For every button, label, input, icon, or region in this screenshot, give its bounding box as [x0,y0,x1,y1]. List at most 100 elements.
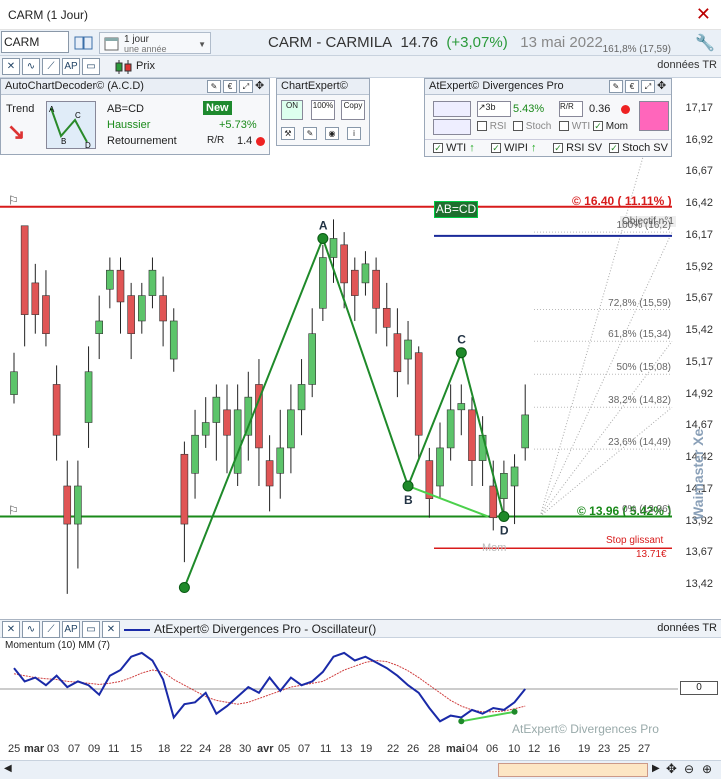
div-rr-value: 0.36 [589,103,611,115]
div-bullish-icon[interactable]: ↗3b [477,101,511,117]
ap-icon[interactable]: AP [62,58,80,75]
opt-rsi[interactable]: RSI [477,121,506,132]
check-wipi[interactable]: ✓ WIPI ↑ [491,142,536,154]
acd-direction: Haussier [107,119,151,131]
date-tick: 19 [578,743,591,755]
indicator-icon[interactable]: ∿ [22,58,40,75]
date-tick: 23 [598,743,611,755]
instrument-title: CARM - CARMILA 14.76 (+3,07%) 13 mai 202… [268,34,603,51]
acd-pattern-name: AB=CD [107,103,144,115]
zoom-in-icon[interactable]: ⊕ [702,762,712,776]
candle-body [319,257,327,309]
candle-body [127,295,135,334]
price-tick: 14,92 [685,387,713,400]
oscillator-toolbar: ✕ ∿ ⟋ AP ▭ ✕ AtExpert© Divergences Pro -… [0,619,721,638]
div-move-icon[interactable]: ✥ [657,79,666,92]
div-tool-icon[interactable]: ✎ [609,80,623,93]
osc-indicator-icon[interactable]: ∿ [22,621,40,638]
date-tick: 24 [199,743,212,755]
svg-text:C: C [75,111,81,120]
candle-body [63,485,72,525]
check-stoch-sv[interactable]: ✓ Stoch SV [609,142,668,154]
candle-icon[interactable] [114,59,134,75]
candle-body [223,409,231,436]
osc-point [458,718,465,725]
date-tick: 27 [638,743,651,755]
div-euro-icon[interactable]: € [625,80,639,93]
acd-tool-icon[interactable]: ✎ [207,80,221,93]
acd-percent: +5.73% [219,119,257,131]
copy-button[interactable]: Copy [341,100,365,120]
symbol-input[interactable]: CARM [1,31,69,53]
on-toggle-button[interactable]: ON [281,100,303,120]
opt-stoch[interactable]: Stoch [513,121,551,132]
candle-body [521,414,530,449]
opt-mom[interactable]: ✓ Mom [593,121,628,132]
chartexpert-panel: ChartExpert© ON 100% Copy ⚒ ✎ ◉ i [276,78,370,146]
candle-body [446,409,455,449]
candle-body [191,434,199,474]
settings-wrench-icon[interactable]: 🔧 [695,33,715,53]
div-expand-icon[interactable]: ⤢ [641,80,655,93]
last-price: 14.76 [400,34,439,51]
div-osc-button[interactable] [433,119,471,135]
scroll-left-icon[interactable]: ◀ [4,763,12,774]
new-badge: New [203,101,232,115]
fib-label: 23,6% (14,49) [608,437,671,449]
osc-window-icon[interactable]: ▭ [82,621,100,638]
candle-body [361,263,370,284]
tools-icon[interactable]: ✕ [2,58,20,75]
osc-close-icon[interactable]: ✕ [102,621,120,638]
pct-button[interactable]: 100% [311,100,335,120]
scroll-right-icon[interactable]: ▶ [652,763,660,774]
div-status-dot-icon [621,105,630,114]
divergences-header: AtExpert© Divergences Pro ✎ € ⤢ ✥ [425,79,671,95]
pattern-point [455,347,467,359]
acd-expand-icon[interactable]: ⤢ [239,80,253,93]
fib-label: 161,8% (17,59) [602,43,671,55]
expert-tool-icon-1[interactable]: ⚒ [281,127,295,140]
check-rsi-sv[interactable]: ✓ RSI SV [553,142,602,154]
date-tick: 28 [428,743,441,755]
pan-icon[interactable]: ✥ [666,761,677,777]
osc-tools-icon[interactable]: ✕ [2,621,20,638]
candle-body [10,371,18,395]
move-icon[interactable]: ✥ [255,79,264,92]
line-tool-icon[interactable]: ⟋ [42,58,60,75]
date-tick: 19 [360,743,373,755]
opt-wti[interactable]: WTI [559,121,590,132]
pencil-icon[interactable] [639,101,669,131]
price-change: (+3,07%) [446,34,508,51]
osc-ap-icon[interactable]: AP [62,621,80,638]
period-select[interactable]: 1 jour une année ▼ [99,32,211,54]
date-tick: 22 [387,743,400,755]
scroll-thumb[interactable] [498,763,648,777]
candle-body [489,485,498,519]
candle-body [106,269,114,290]
candle-body [457,403,466,411]
date-tick: 13 [340,743,353,755]
candle-body [74,485,82,525]
osc-line-icon[interactable]: ⟋ [42,621,60,638]
close-icon[interactable]: ✕ [696,4,711,25]
expert-tool-icon-3[interactable]: ◉ [325,127,339,140]
candle-body [116,269,125,303]
osc-data-source: données TR [657,622,717,634]
expert-tool-icon-4[interactable]: i [347,127,361,140]
window-icon[interactable]: ▭ [82,58,100,75]
price-tick: 15,67 [685,292,713,305]
candle-body [340,244,348,284]
pattern-thumbnail[interactable]: A B C D [46,101,96,150]
alert-icon: ⚐ [8,194,19,208]
candle-body [20,225,29,315]
acd-euro-icon[interactable]: € [223,80,237,93]
zoom-out-icon[interactable]: ⊖ [684,762,694,776]
div-chart-button[interactable] [433,101,471,117]
div-rr-icon[interactable]: R/R [559,101,583,117]
quote-date: 13 mai 2022 [520,34,603,51]
date-tick: 28 [219,743,232,755]
candle-body [265,460,274,487]
check-wti[interactable]: ✓ WTI ↑ [433,142,475,154]
expert-tool-icon-2[interactable]: ✎ [303,127,317,140]
book-icon[interactable] [73,34,95,52]
